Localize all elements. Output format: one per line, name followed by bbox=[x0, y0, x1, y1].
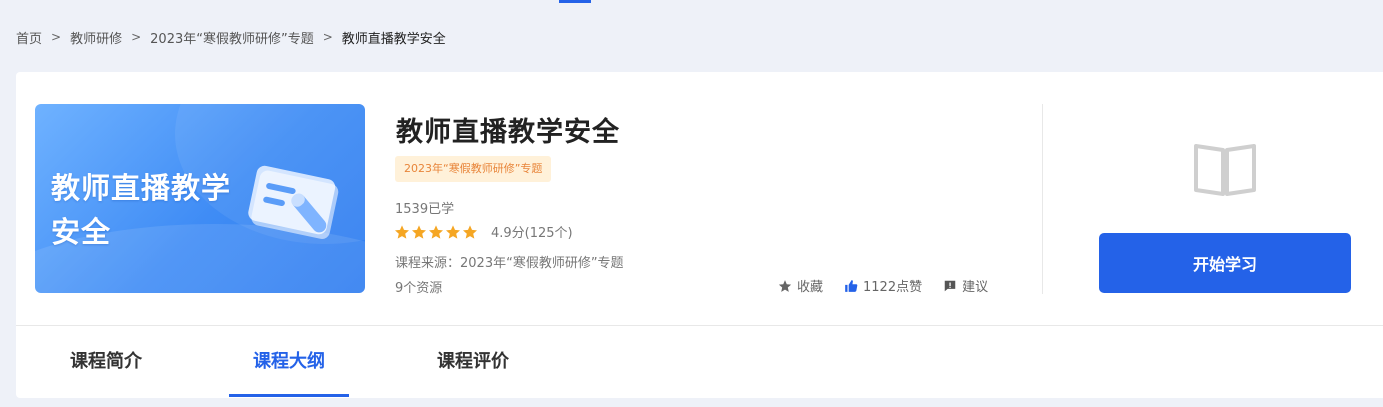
course-actions: 收藏 1122点赞 建议 bbox=[778, 276, 988, 295]
course-source: 课程来源：2023年“寒假教师研修”专题 bbox=[395, 256, 624, 271]
card-pen-illustration-icon bbox=[248, 165, 339, 239]
course-tabs: 课程简介 课程大纲 课程评价 bbox=[16, 326, 1383, 398]
like-label: 1122点赞 bbox=[863, 280, 923, 295]
breadcrumb-separator: > bbox=[51, 30, 62, 44]
suggest-button[interactable]: 建议 bbox=[943, 276, 988, 295]
topic-tag[interactable]: 2023年“寒假教师研修”专题 bbox=[395, 156, 552, 182]
collect-label: 收藏 bbox=[797, 280, 824, 295]
rating-star-icon bbox=[429, 224, 443, 239]
active-tab-underline bbox=[229, 394, 349, 397]
breadcrumb-separator: > bbox=[131, 30, 142, 44]
breadcrumb: 首页 > 教师研修 > 2023年“寒假教师研修”专题 > 教师直播教学安全 bbox=[16, 28, 446, 47]
breadcrumb-winter-topic[interactable]: 2023年“寒假教师研修”专题 bbox=[150, 28, 314, 47]
rating-star-icon bbox=[463, 224, 477, 239]
thumbs-up-icon bbox=[845, 279, 858, 292]
top-nav-active-indicator bbox=[559, 0, 591, 3]
collect-button[interactable]: 收藏 bbox=[778, 276, 823, 295]
rating-score: 4.9分(125个) bbox=[491, 226, 573, 241]
tab-course-review[interactable]: 课程评价 bbox=[408, 326, 538, 398]
breadcrumb-teacher-training[interactable]: 教师研修 bbox=[70, 28, 122, 47]
course-card: 教师直播教学安全 教师直播教学安全 2023年“寒假教师研修”专题 1539已学… bbox=[16, 72, 1383, 398]
rating-star-icon bbox=[412, 224, 426, 239]
star-icon bbox=[778, 279, 792, 292]
rating-stars bbox=[394, 224, 478, 240]
tab-course-outline[interactable]: 课程大纲 bbox=[224, 326, 354, 398]
course-title: 教师直播教学安全 bbox=[396, 117, 620, 148]
rating: 4.9分(125个) bbox=[394, 222, 573, 241]
open-book-icon bbox=[1194, 144, 1256, 196]
course-cover[interactable]: 教师直播教学安全 bbox=[35, 104, 365, 293]
breadcrumb-separator: > bbox=[322, 30, 333, 44]
tab-course-intro[interactable]: 课程简介 bbox=[41, 326, 171, 398]
feedback-icon bbox=[944, 280, 956, 291]
like-button[interactable]: 1122点赞 bbox=[844, 276, 922, 295]
vertical-divider bbox=[1042, 104, 1043, 294]
rating-star-icon bbox=[395, 224, 409, 239]
resource-count: 9个资源 bbox=[395, 281, 443, 296]
start-learning-button[interactable]: 开始学习 bbox=[1099, 233, 1351, 293]
learner-count: 1539已学 bbox=[395, 202, 455, 217]
rating-star-icon bbox=[446, 224, 460, 239]
suggest-label: 建议 bbox=[962, 280, 989, 295]
breadcrumb-home[interactable]: 首页 bbox=[16, 28, 42, 47]
cover-title: 教师直播教学安全 bbox=[51, 171, 232, 249]
breadcrumb-current: 教师直播教学安全 bbox=[341, 31, 446, 47]
